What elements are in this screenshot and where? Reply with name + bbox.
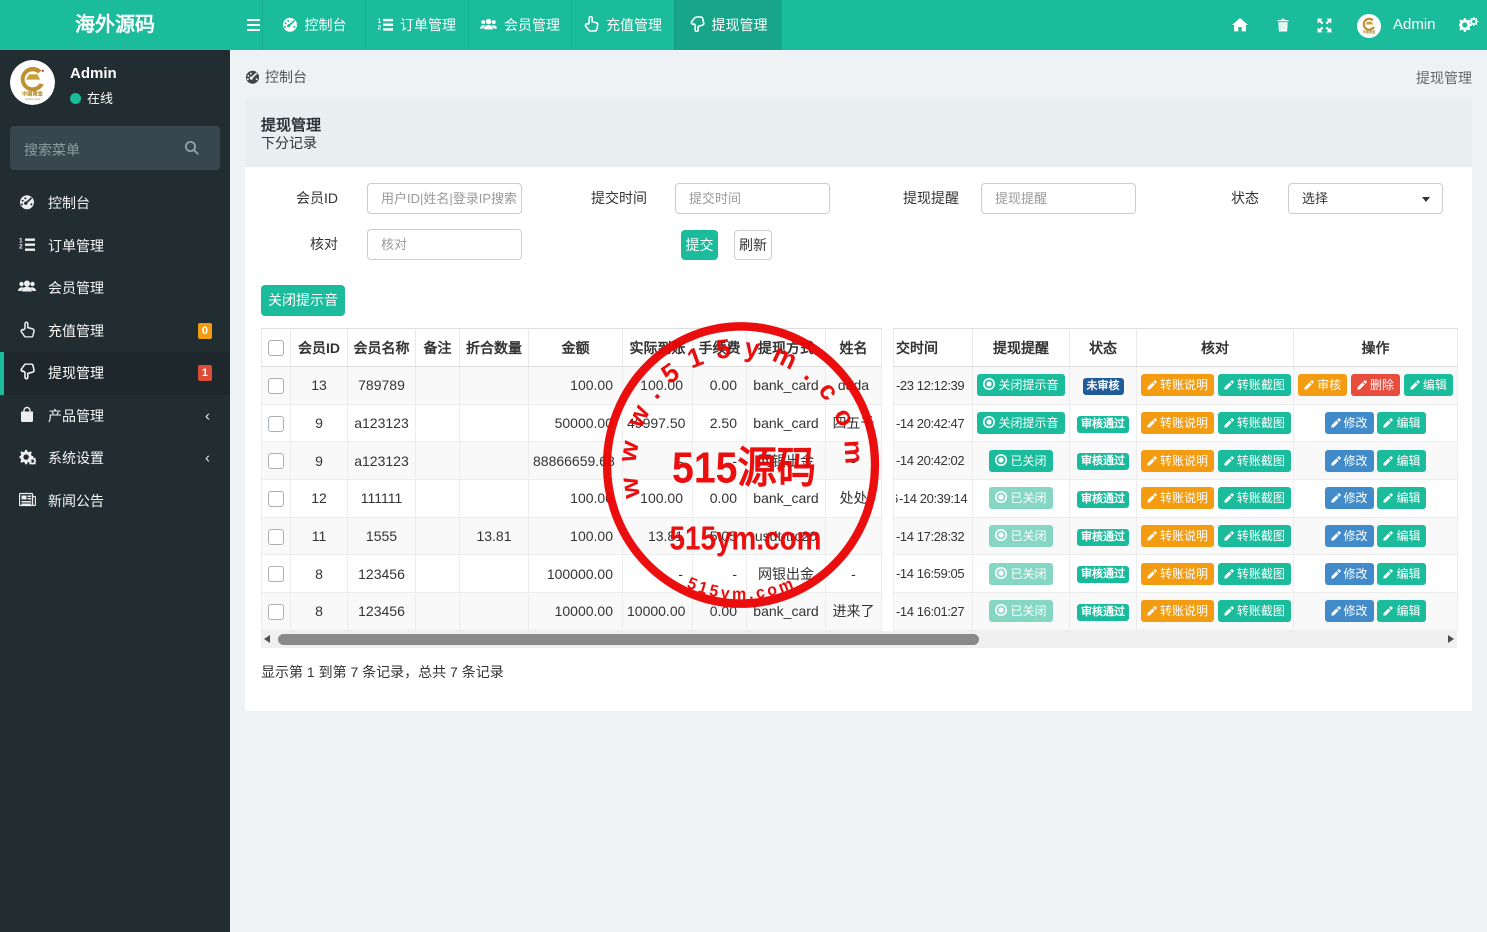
svg-text:515源码: 515源码 <box>672 444 816 493</box>
svg-text:China Gold: China Gold <box>25 97 40 101</box>
svg-text:中国黄金: 中国黄金 <box>1363 29 1377 34</box>
svg-text:2: 2 <box>19 243 23 250</box>
svg-text:515ym.com: 515ym.com <box>670 520 822 558</box>
